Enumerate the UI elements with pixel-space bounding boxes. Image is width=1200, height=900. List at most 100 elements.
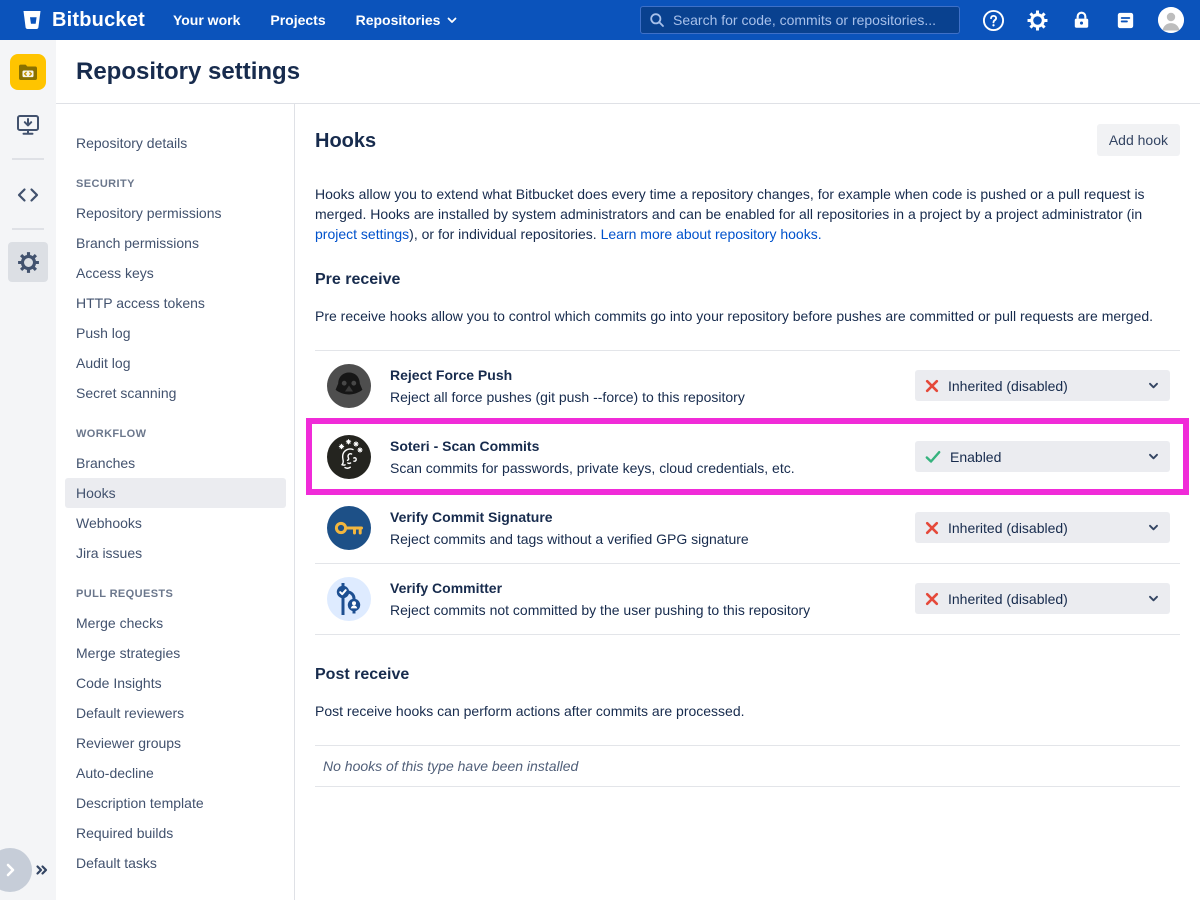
disabled-x-icon (925, 521, 939, 535)
brand-label: Bitbucket (52, 9, 145, 32)
nav-your-work[interactable]: Your work (173, 12, 240, 28)
sidebar-section-pull-requests: PULL REQUESTS (76, 584, 275, 604)
hooks-intro-text: Hooks allow you to extend what Bitbucket… (315, 184, 1180, 244)
intro-text-1: Hooks allow you to extend what Bitbucket… (315, 186, 1145, 222)
settings-gear-icon[interactable] (1026, 9, 1049, 32)
disabled-x-icon (925, 379, 939, 393)
hook-status-label: Inherited (disabled) (948, 378, 1147, 394)
sidebar-item-push-log[interactable]: Push log (65, 318, 286, 348)
chevron-down-icon (1147, 521, 1160, 534)
admin-lock-icon[interactable] (1070, 9, 1093, 32)
nav-projects-label: Projects (270, 12, 325, 28)
repository-avatar-folder-code[interactable] (10, 54, 46, 90)
hook-status-select-soteri[interactable]: Enabled (915, 441, 1170, 472)
rail-divider (12, 228, 44, 230)
sidebar-item-audit-log[interactable]: Audit log (65, 348, 286, 378)
hook-status-label: Enabled (950, 449, 1147, 465)
post-receive-empty-message: No hooks of this type have been installe… (315, 745, 1180, 787)
hook-description: Reject commits and tags without a verifi… (390, 530, 915, 548)
darth-vader-avatar-icon (327, 364, 371, 408)
repository-settings-gear-icon[interactable] (8, 242, 48, 282)
hook-row-reject-force-push: Reject Force Push Reject all force pushe… (315, 351, 1180, 422)
expand-circle[interactable] (0, 848, 32, 892)
hook-name: Reject Force Push (390, 366, 915, 384)
chevron-down-icon (446, 14, 458, 26)
hook-description: Reject commits not committed by the user… (390, 601, 915, 619)
hooks-main-panel: Hooks Add hook Hooks allow you to extend… (295, 104, 1200, 900)
add-hook-button[interactable]: Add hook (1097, 124, 1180, 156)
hook-row-verify-committer: Verify Committer Reject commits not comm… (315, 564, 1180, 635)
nav-projects[interactable]: Projects (270, 12, 325, 28)
hook-status-label: Inherited (disabled) (948, 520, 1147, 536)
top-nav-links: Your work Projects Repositories (173, 12, 458, 28)
sidebar-item-access-keys[interactable]: Access keys (65, 258, 286, 288)
hook-status-select-verify-committer[interactable]: Inherited (disabled) (915, 583, 1170, 614)
hook-name: Verify Commit Signature (390, 508, 915, 526)
sidebar-section-workflow: WORKFLOW (76, 424, 275, 444)
pre-receive-hook-list: Reject Force Push Reject all force pushe… (315, 350, 1180, 635)
enabled-check-icon (925, 450, 941, 464)
expand-sidebar-control[interactable] (0, 848, 50, 892)
help-icon[interactable] (982, 9, 1005, 32)
pre-receive-heading: Pre receive (315, 270, 1180, 290)
hook-status-select-verify-commit-signature[interactable]: Inherited (disabled) (915, 512, 1170, 543)
clone-icon[interactable] (15, 112, 41, 138)
hook-description: Scan commits for passwords, private keys… (390, 459, 915, 477)
top-navbar: Bitbucket Your work Projects Repositorie… (0, 0, 1200, 40)
bitbucket-brand[interactable]: Bitbucket (20, 8, 145, 32)
sidebar-item-hooks[interactable]: Hooks (65, 478, 286, 508)
sidebar-item-code-insights[interactable]: Code Insights (65, 668, 286, 698)
sidebar-item-repository-permissions[interactable]: Repository permissions (65, 198, 286, 228)
user-avatar[interactable] (1158, 7, 1184, 33)
sidebar-item-default-reviewers[interactable]: Default reviewers (65, 698, 286, 728)
search-input[interactable] (671, 11, 951, 29)
soteri-face-avatar-icon (327, 435, 371, 479)
left-icon-rail (0, 40, 56, 900)
pre-receive-description: Pre receive hooks allow you to control w… (315, 306, 1180, 326)
post-receive-description: Post receive hooks can perform actions a… (315, 701, 1180, 721)
hook-name: Verify Committer (390, 579, 915, 597)
feedback-icon[interactable] (1114, 9, 1137, 32)
hook-name: Soteri - Scan Commits (390, 437, 915, 455)
search-icon (649, 12, 665, 28)
page-title: Repository settings (76, 58, 300, 86)
project-settings-link[interactable]: project settings (315, 226, 409, 242)
learn-more-link[interactable]: Learn more about repository hooks. (601, 226, 822, 242)
gold-key-avatar-icon (327, 506, 371, 550)
sidebar-item-repository-details[interactable]: Repository details (65, 128, 286, 158)
chevron-down-icon (1147, 379, 1160, 392)
disabled-x-icon (925, 592, 939, 606)
sidebar-section-security: SECURITY (76, 174, 275, 194)
chevron-down-icon (1147, 450, 1160, 463)
nav-repositories[interactable]: Repositories (356, 12, 459, 28)
sidebar-item-secret-scanning[interactable]: Secret scanning (65, 378, 286, 408)
sidebar-item-merge-checks[interactable]: Merge checks (65, 608, 286, 638)
navbar-icon-group (982, 7, 1184, 33)
sidebar-item-http-access-tokens[interactable]: HTTP access tokens (65, 288, 286, 318)
settings-sidenav: Repository details SECURITY Repository p… (56, 104, 295, 900)
sidebar-item-branch-permissions[interactable]: Branch permissions (65, 228, 286, 258)
sidebar-item-default-tasks[interactable]: Default tasks (65, 848, 286, 878)
post-receive-heading: Post receive (315, 665, 1180, 685)
sidebar-item-reviewer-groups[interactable]: Reviewer groups (65, 728, 286, 758)
intro-text-2: ), or for individual repositories. (409, 226, 600, 242)
nav-repositories-label: Repositories (356, 12, 441, 28)
bitbucket-logo-icon (20, 8, 44, 32)
chevron-down-icon (1147, 592, 1160, 605)
sidebar-item-description-template[interactable]: Description template (65, 788, 286, 818)
sidebar-item-branches[interactable]: Branches (65, 448, 286, 478)
hook-row-verify-commit-signature: Verify Commit Signature Reject commits a… (315, 493, 1180, 564)
sidebar-item-auto-decline[interactable]: Auto-decline (65, 758, 286, 788)
page-header: Repository settings (56, 40, 1200, 104)
hook-description: Reject all force pushes (git push --forc… (390, 388, 915, 406)
sidebar-item-jira-issues[interactable]: Jira issues (65, 538, 286, 568)
source-code-icon[interactable] (15, 182, 41, 208)
sidebar-item-required-builds[interactable]: Required builds (65, 818, 286, 848)
hooks-heading: Hooks (315, 130, 376, 153)
global-search[interactable] (640, 6, 960, 34)
hook-status-select-reject-force-push[interactable]: Inherited (disabled) (915, 370, 1170, 401)
sidebar-item-webhooks[interactable]: Webhooks (65, 508, 286, 538)
sidebar-item-merge-strategies[interactable]: Merge strategies (65, 638, 286, 668)
rail-divider (12, 158, 44, 160)
expand-sidebar-icon (34, 862, 50, 878)
